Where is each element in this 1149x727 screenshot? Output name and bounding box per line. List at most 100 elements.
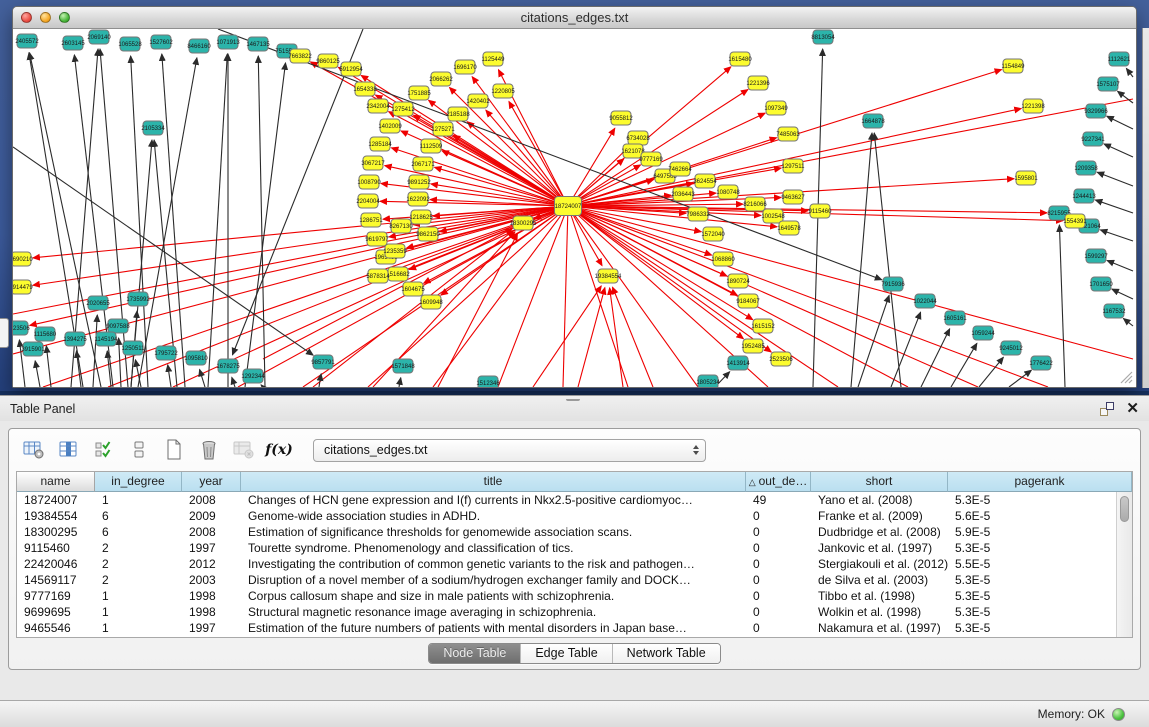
graph-node[interactable]: 3624554 [693,174,717,188]
graph-node[interactable]: 1554391 [1063,214,1087,228]
graph-node[interactable]: 8813054 [811,30,835,44]
graph-node[interactable]: 6914479 [13,280,33,294]
graph-node[interactable]: 1097349 [764,101,788,115]
graph-node[interactable]: 1527602 [149,35,173,49]
graph-node[interactable]: 9115460 [809,204,833,218]
graph-node[interactable]: 1604675 [401,282,425,296]
function-builder-icon[interactable]: f(x) [266,437,292,463]
canvas-resize-grip[interactable] [1118,369,1133,384]
close-panel-icon[interactable]: ✕ [1126,402,1139,416]
graph-node[interactable]: 2523506 [13,321,30,335]
delete-table-icon[interactable] [231,437,257,463]
graph-node[interactable]: 2066262 [429,72,453,86]
window-titlebar[interactable]: citations_edges.txt [13,7,1136,29]
graph-node[interactable]: 1220805 [491,84,515,98]
table-row[interactable]: 1872400712008Changes of HCN gene express… [17,492,1132,508]
table-scrollbar[interactable] [1116,492,1132,637]
graph-node[interactable]: 1071913 [216,35,240,49]
table-row[interactable]: 977716911998Corpus callosum shape and si… [17,588,1132,604]
graph-node[interactable]: 1115680 [34,327,57,341]
graph-node[interactable]: 1609948 [419,295,443,309]
column-header-name[interactable]: name [17,472,95,492]
graph-node[interactable]: 1080748 [716,185,740,199]
graph-node[interactable]: 1125449 [482,52,506,66]
column-header-pagerank[interactable]: pagerank [948,472,1132,492]
graph-node[interactable]: 1649578 [777,221,801,235]
table-row[interactable]: 969969511998Structural magnetic resonanc… [17,604,1132,620]
graph-node[interactable]: 9619797 [365,232,389,246]
graph-node[interactable]: 9891252 [407,175,431,189]
float-panel-icon[interactable] [1100,402,1114,416]
graph-node[interactable]: 2342004 [366,99,390,113]
graph-node[interactable]: 1244413 [1072,189,1096,203]
graph-node[interactable]: 1402009 [378,119,402,133]
network-graph[interactable]: 2405572 26031452069140 1065528 1527602 84661… [13,29,1136,387]
graph-node[interactable]: 1292344 [241,369,265,383]
graph-node[interactable]: 1701650 [1089,277,1113,291]
graph-node[interactable]: 1467135 [246,37,270,51]
graph-node[interactable]: 7986332 [686,207,710,221]
graph-node[interactable]: 1890724 [726,274,750,288]
graph-node[interactable]: 1605161 [943,311,967,325]
graph-node[interactable]: 1735992 [126,292,150,306]
graph-node[interactable]: 2067171 [411,157,435,171]
graph-node[interactable]: 7485063 [776,127,800,141]
tab-edge-table[interactable]: Edge Table [521,644,612,663]
table-row[interactable]: 1456911722003Disruption of a novel membe… [17,572,1132,588]
delete-icon[interactable] [196,437,222,463]
new-table-icon[interactable] [161,437,187,463]
graph-node[interactable]: 18724007 [555,197,583,216]
graph-node[interactable]: 1221398 [1021,99,1045,113]
graph-node[interactable]: 5878314 [366,269,390,283]
graph-node[interactable]: 2603145 [61,36,85,50]
graph-node[interactable]: 1008790 [357,175,381,189]
graph-node[interactable]: 1394275 [63,332,87,346]
graph-node[interactable]: 1209358 [1074,161,1098,175]
graph-node[interactable]: 19384554 [595,269,622,283]
column-header-out_de[interactable]: △out_de… [746,472,811,492]
table-row[interactable]: 2242004622012Investigating the contribut… [17,556,1132,572]
graph-node[interactable]: 1112509 [420,139,443,153]
graph-node[interactable]: 2204004 [356,194,380,208]
graph-node[interactable]: 9184067 [736,294,760,308]
tab-node-table[interactable]: Node Table [429,644,521,663]
graph-node[interactable]: 1286751 [359,213,383,227]
graph-node[interactable]: 1112621 [1108,52,1131,66]
graph-node[interactable]: 2020655 [86,296,110,310]
graph-node[interactable]: 4690210 [13,252,33,266]
graph-node[interactable]: 1664878 [861,114,885,128]
graph-node[interactable]: 9055812 [609,111,633,125]
graph-node[interactable]: 1420402 [466,94,490,108]
graph-node[interactable]: 9857791 [311,355,335,369]
graph-node[interactable]: 9862150 [416,227,440,241]
column-header-year[interactable]: year [182,472,241,492]
graph-node[interactable]: 1622092 [406,192,430,206]
graph-node[interactable]: 2185188 [446,107,470,121]
graph-node[interactable]: 2069140 [87,30,111,44]
graph-node[interactable]: 3067217 [361,156,385,170]
table-settings-icon[interactable] [21,437,47,463]
show-column-icon[interactable] [56,437,82,463]
graph-node[interactable]: 9860125 [316,54,340,68]
graph-node[interactable]: 1275271 [431,122,455,136]
graph-node[interactable]: 1275412 [391,102,415,116]
graph-node[interactable]: 1154849 [1002,59,1026,73]
row-height-icon[interactable] [126,437,152,463]
graph-node[interactable]: 1167532 [1103,304,1127,318]
panel-splitter-handle[interactable] [566,395,580,401]
graph-node[interactable]: 9329966 [1084,104,1108,118]
graph-node[interactable]: 1065528 [118,37,142,51]
graph-node[interactable]: 1805234 [696,375,720,387]
graph-node[interactable]: 1952485 [741,339,765,353]
graph-node[interactable]: 9097588 [106,319,130,333]
graph-node[interactable]: 1599297 [1084,249,1108,263]
graph-node[interactable]: 18300295 [510,216,537,230]
graph-node[interactable]: 8466160 [187,39,211,53]
table-scrollbar-thumb[interactable] [1120,496,1129,522]
graph-node[interactable]: 1776422 [1029,356,1053,370]
graph-node[interactable]: 1059244 [971,326,995,340]
graph-node[interactable]: 2105334 [141,121,165,135]
graph-node[interactable]: 2405572 [15,34,39,48]
graph-node[interactable]: 5912954 [339,62,363,76]
graph-node[interactable]: 1572040 [701,227,725,241]
